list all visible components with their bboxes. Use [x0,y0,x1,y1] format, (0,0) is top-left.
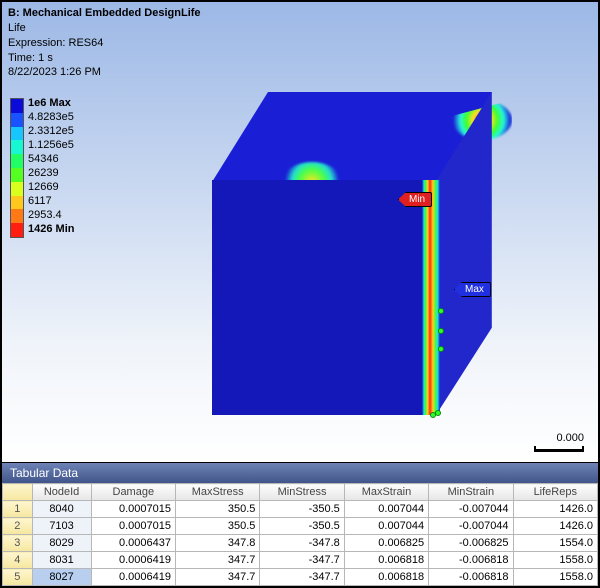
legend-level: 6117 [28,196,74,210]
table-cell[interactable]: -0.006818 [429,552,513,569]
table-cell[interactable]: 347.7 [175,552,259,569]
table-cell[interactable]: 8040 [32,501,91,518]
table-cell[interactable]: 1558.0 [513,552,597,569]
table-cell[interactable]: -347.8 [260,535,344,552]
row-index[interactable]: 5 [3,569,33,586]
result-header: B: Mechanical Embedded DesignLife Life E… [8,6,201,80]
table-cell[interactable]: 350.5 [175,518,259,535]
legend-segment [11,182,23,196]
table-cell[interactable]: 0.007044 [344,518,428,535]
table-row[interactable]: 580270.0006419347.7-347.70.006818-0.0068… [3,569,598,586]
probe-dot[interactable] [438,328,444,334]
table-cell[interactable]: 0.006825 [344,535,428,552]
legend-segment [11,99,23,113]
legend-colorbar [10,98,24,238]
hotspot-edge-gradient [430,180,440,415]
probe-dot[interactable] [430,412,436,418]
col-header[interactable]: Damage [91,484,175,501]
table-cell[interactable]: 1558.0 [513,569,597,586]
table-cell[interactable]: 1426.0 [513,518,597,535]
legend-segment [11,223,23,237]
table-cell[interactable]: 1426.0 [513,501,597,518]
col-header[interactable]: LifeReps [513,484,597,501]
result-expression: Expression: RES64 [8,36,201,51]
table-cell[interactable]: 1554.0 [513,535,597,552]
app-frame: B: Mechanical Embedded DesignLife Life E… [0,0,600,588]
legend-segment [11,168,23,182]
table-cell[interactable]: 0.0007015 [91,501,175,518]
col-header[interactable]: MaxStrain [344,484,428,501]
table-row[interactable]: 180400.0007015350.5-350.50.007044-0.0070… [3,501,598,518]
hotspot-edge-gradient [422,180,430,415]
row-index[interactable]: 2 [3,518,33,535]
table-cell[interactable]: 0.006818 [344,569,428,586]
row-index[interactable]: 1 [3,501,33,518]
table-row[interactable]: 480310.0006419347.7-347.70.006818-0.0068… [3,552,598,569]
table-cell[interactable]: -0.007044 [429,501,513,518]
table-cell[interactable]: 8029 [32,535,91,552]
probe-dot[interactable] [438,308,444,314]
scale-value: 0.000 [556,432,584,444]
col-header[interactable]: MaxStress [175,484,259,501]
legend-segment [11,196,23,210]
col-header[interactable]: MinStrain [429,484,513,501]
result-name: Life [8,21,201,36]
table-header-row: NodeId Damage MaxStress MinStress MaxStr… [3,484,598,501]
legend-level: 1.1256e5 [28,140,74,154]
legend-level: 26239 [28,168,74,182]
legend-segment [11,209,23,223]
legend-level: 4.8283e5 [28,112,74,126]
scale-bar: 0.000 [534,432,584,452]
table-cell[interactable]: 0.0006419 [91,569,175,586]
table-row[interactable]: 271030.0007015350.5-350.50.007044-0.0070… [3,518,598,535]
row-index[interactable]: 4 [3,552,33,569]
cube-front-face [212,180,436,415]
legend-segment [11,140,23,154]
legend-segment [11,154,23,168]
graphics-viewport[interactable]: B: Mechanical Embedded DesignLife Life E… [2,2,598,462]
table-cell[interactable]: 0.007044 [344,501,428,518]
col-header[interactable]: NodeId [32,484,91,501]
table-cell[interactable]: 7103 [32,518,91,535]
table-cell[interactable]: -347.7 [260,552,344,569]
model-geometry[interactable]: Min Max [212,92,562,422]
legend-level: 2.3312e5 [28,126,74,140]
legend-labels: 1e6 Max 4.8283e5 2.3312e5 1.1256e5 54346… [28,98,74,238]
result-timestamp: 8/22/2023 1:26 PM [8,65,201,80]
table-cell[interactable]: 347.7 [175,569,259,586]
legend-segment [11,127,23,141]
legend-level: 2953.4 [28,210,74,224]
table-cell[interactable]: -0.007044 [429,518,513,535]
table-cell[interactable]: 0.006818 [344,552,428,569]
table-cell[interactable]: -0.006825 [429,535,513,552]
legend-segment [11,113,23,127]
tabular-data-panel: Tabular Data NodeId Damage MaxStress Min… [2,462,598,586]
table-cell[interactable]: 0.0006437 [91,535,175,552]
table-cell[interactable]: 347.8 [175,535,259,552]
legend-max: 1e6 Max [28,98,74,112]
table-cell[interactable]: -350.5 [260,518,344,535]
tabular-data-table[interactable]: NodeId Damage MaxStress MinStress MaxStr… [2,483,598,586]
legend-level: 54346 [28,154,74,168]
table-cell[interactable]: -347.7 [260,569,344,586]
corner-cell [3,484,33,501]
legend-level: 12669 [28,182,74,196]
table-cell[interactable]: 0.0007015 [91,518,175,535]
table-cell[interactable]: 0.0006419 [91,552,175,569]
scale-tick [534,446,584,452]
table-cell[interactable]: 350.5 [175,501,259,518]
contour-legend[interactable]: 1e6 Max 4.8283e5 2.3312e5 1.1256e5 54346… [10,98,74,238]
system-title: B: Mechanical Embedded DesignLife [8,6,201,21]
table-cell[interactable]: -0.006818 [429,569,513,586]
probe-dot[interactable] [438,346,444,352]
table-cell[interactable]: 8031 [32,552,91,569]
table-row[interactable]: 380290.0006437347.8-347.80.006825-0.0068… [3,535,598,552]
col-header[interactable]: MinStress [260,484,344,501]
tabular-data-title[interactable]: Tabular Data [2,463,598,483]
table-cell[interactable]: 8027 [32,569,91,586]
legend-min: 1426 Min [28,224,74,238]
table-cell[interactable]: -350.5 [260,501,344,518]
row-index[interactable]: 3 [3,535,33,552]
result-time: Time: 1 s [8,51,201,66]
